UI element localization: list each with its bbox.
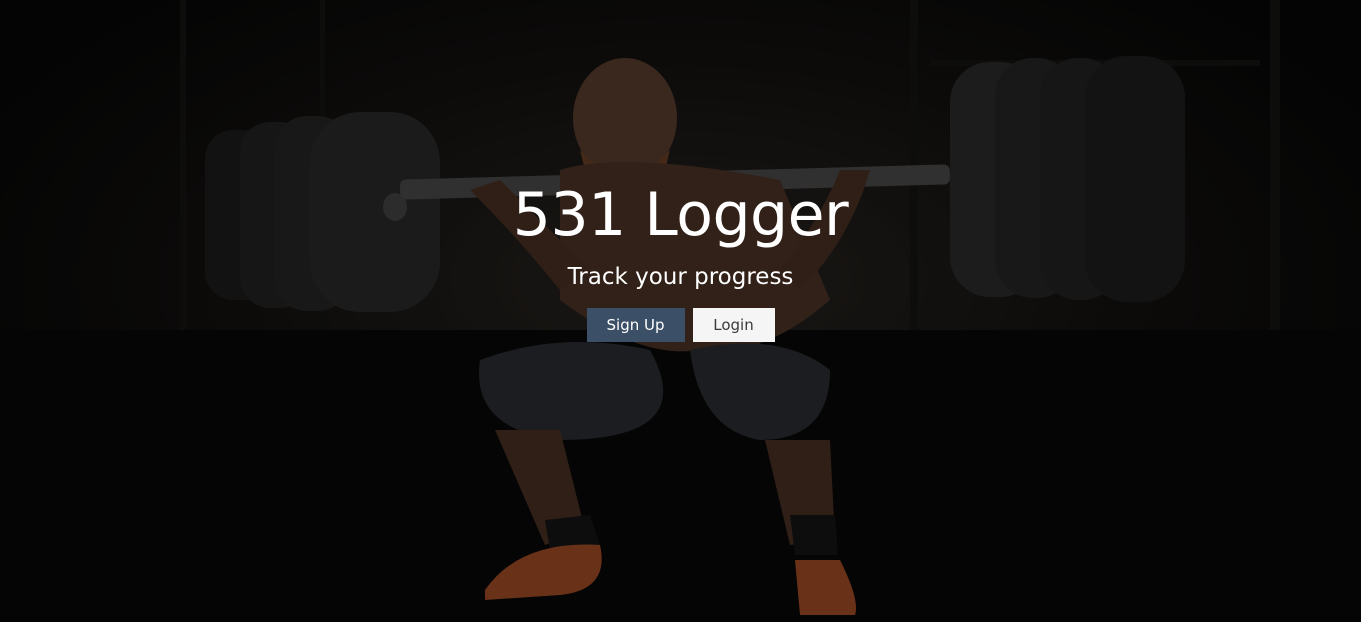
auth-buttons: Sign Up Login [0,308,1361,342]
app-tagline: Track your progress [567,264,794,290]
sign-up-button[interactable]: Sign Up [586,308,685,342]
login-button[interactable]: Login [692,308,775,342]
app-title: 531 Logger [512,180,849,250]
hero-section: 531 Logger Track your progress Sign Up L… [0,0,1361,622]
hero-content: 531 Logger Track your progress Sign Up L… [0,176,1361,342]
